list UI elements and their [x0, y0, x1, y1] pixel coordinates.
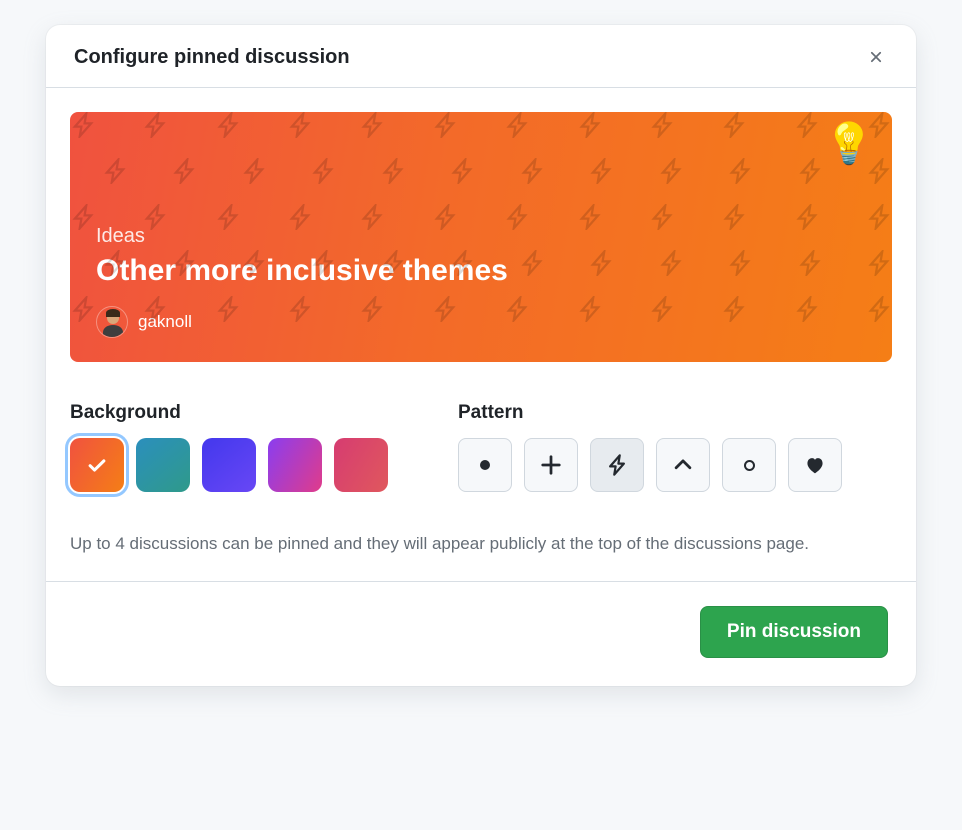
dialog-title: Configure pinned discussion [74, 46, 350, 69]
dialog-footer: Pin discussion [46, 581, 916, 686]
plus-icon [540, 454, 562, 476]
heart-icon [804, 454, 826, 476]
author-name: gaknoll [138, 312, 192, 332]
chevron-up-icon [672, 454, 694, 476]
background-swatch-teal-blue[interactable] [136, 438, 190, 492]
pattern-swatches [458, 438, 842, 492]
preview-title: Other more inclusive themes [96, 254, 866, 288]
pattern-swatch-dot[interactable] [458, 438, 512, 492]
background-swatch-purple-pink[interactable] [268, 438, 322, 492]
circle-icon [744, 460, 755, 471]
pattern-swatch-heart[interactable] [788, 438, 842, 492]
pattern-swatch-chevron-up[interactable] [656, 438, 710, 492]
configure-pinned-discussion-dialog: Configure pinned discussion 💡 Ideas Othe… [46, 25, 916, 686]
background-swatch-red-orange[interactable] [70, 438, 124, 492]
background-label: Background [70, 402, 388, 424]
pattern-group: Pattern [458, 402, 842, 492]
background-group: Background [70, 402, 388, 492]
avatar [96, 306, 128, 338]
dot-icon [480, 460, 490, 470]
pattern-swatch-zap[interactable] [590, 438, 644, 492]
close-button[interactable] [864, 45, 888, 69]
zap-icon [606, 454, 628, 476]
lightbulb-icon: 💡 [824, 124, 874, 164]
close-icon [867, 48, 885, 66]
helper-text: Up to 4 discussions can be pinned and th… [70, 530, 810, 557]
preview-category: Ideas [96, 225, 866, 248]
background-swatches [70, 438, 388, 492]
background-swatch-indigo-violet[interactable] [202, 438, 256, 492]
background-swatch-pink-red[interactable] [334, 438, 388, 492]
pattern-swatch-plus[interactable] [524, 438, 578, 492]
preview-author: gaknoll [96, 306, 866, 338]
discussion-preview-card: 💡 Ideas Other more inclusive themes gakn… [70, 112, 892, 362]
pattern-swatch-circle[interactable] [722, 438, 776, 492]
dialog-header: Configure pinned discussion [46, 25, 916, 88]
pin-discussion-button[interactable]: Pin discussion [700, 606, 888, 658]
check-icon [86, 454, 108, 476]
pattern-label: Pattern [458, 402, 842, 424]
controls: Background Pattern [70, 402, 892, 492]
dialog-body: 💡 Ideas Other more inclusive themes gakn… [46, 88, 916, 581]
